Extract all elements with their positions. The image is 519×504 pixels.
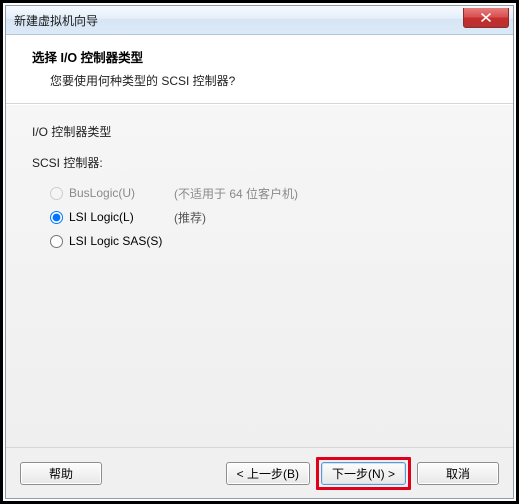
radio-buslogic-label: BusLogic(U) (69, 186, 174, 200)
screenshot-frame: 新建虚拟机向导 选择 I/O 控制器类型 您要使用何种类型的 SCSI 控制器?… (0, 0, 519, 504)
scsi-radio-group: BusLogic(U) (不适用于 64 位客户机) LSI Logic(L) … (32, 181, 487, 253)
window-title: 新建虚拟机向导 (6, 12, 98, 29)
cancel-button[interactable]: 取消 (417, 462, 499, 485)
wizard-header: 选择 I/O 控制器类型 您要使用何种类型的 SCSI 控制器? (6, 35, 513, 104)
radio-lsilogic-sas[interactable]: LSI Logic SAS(S) (50, 229, 487, 253)
titlebar: 新建虚拟机向导 (6, 6, 513, 35)
radio-buslogic-input (50, 187, 63, 200)
radio-lsilogic-sas-label: LSI Logic SAS(S) (69, 234, 174, 248)
section-title: I/O 控制器类型 (32, 123, 487, 140)
help-button[interactable]: 帮助 (20, 462, 102, 485)
radio-lsilogic-sas-input[interactable] (50, 235, 63, 248)
wizard-window: 新建虚拟机向导 选择 I/O 控制器类型 您要使用何种类型的 SCSI 控制器?… (5, 5, 514, 499)
close-icon (481, 13, 491, 22)
wizard-footer: 帮助 < 上一步(B) 下一步(N) > 取消 (6, 447, 513, 498)
radio-lsilogic[interactable]: LSI Logic(L) (推荐) (50, 205, 487, 229)
next-button-highlight: 下一步(N) > (316, 457, 411, 490)
scsi-field-label: SCSI 控制器: (32, 154, 487, 171)
next-button[interactable]: 下一步(N) > (321, 462, 406, 485)
close-button[interactable] (463, 8, 509, 28)
wizard-header-title: 选择 I/O 控制器类型 (32, 47, 495, 66)
back-button[interactable]: < 上一步(B) (226, 462, 310, 485)
radio-buslogic-hint: (不适用于 64 位客户机) (174, 185, 298, 202)
radio-lsilogic-label: LSI Logic(L) (69, 210, 174, 224)
wizard-header-subtitle: 您要使用何种类型的 SCSI 控制器? (32, 72, 495, 89)
radio-buslogic: BusLogic(U) (不适用于 64 位客户机) (50, 181, 487, 205)
radio-lsilogic-input[interactable] (50, 211, 63, 224)
wizard-body: I/O 控制器类型 SCSI 控制器: BusLogic(U) (不适用于 64… (6, 104, 513, 447)
radio-lsilogic-hint: (推荐) (174, 209, 206, 226)
